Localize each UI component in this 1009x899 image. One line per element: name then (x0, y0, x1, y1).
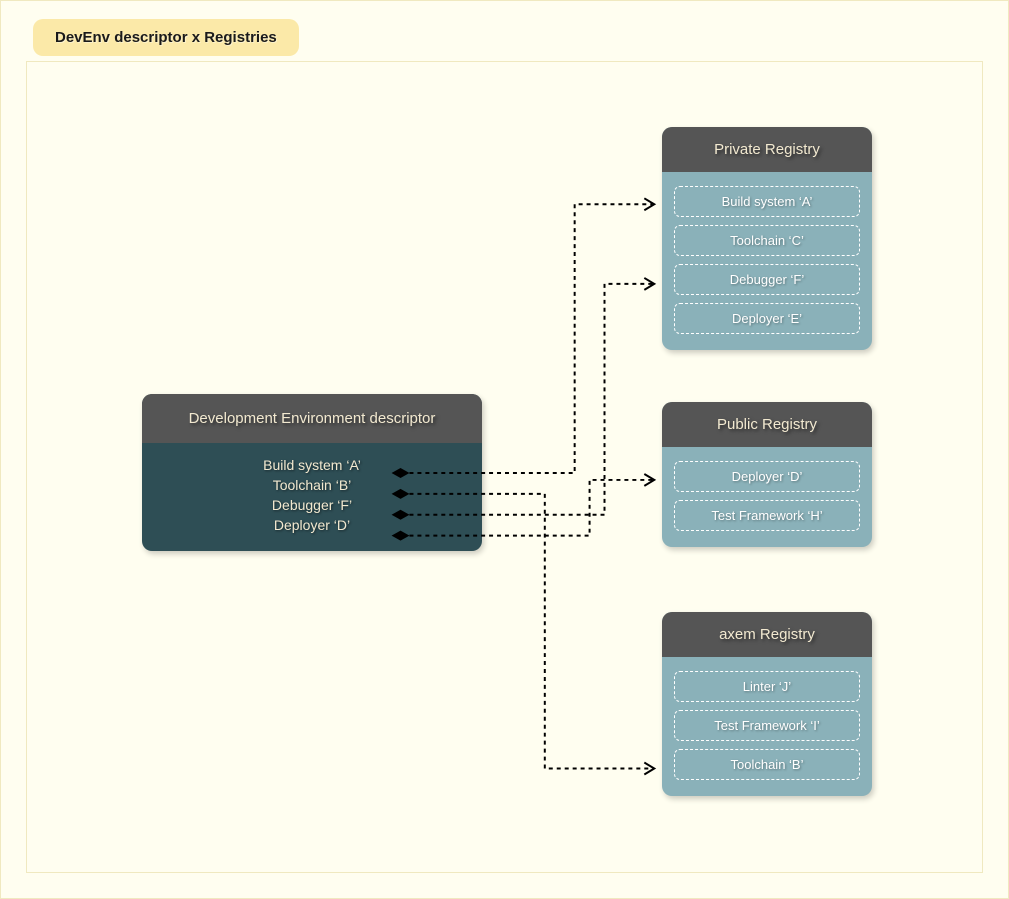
registry-item: Debugger ‘F’ (674, 264, 860, 295)
registry-item: Test Framework ‘H’ (674, 500, 860, 531)
registry-body: Build system ‘A’ Toolchain ‘C’ Debugger … (662, 172, 872, 350)
arrowhead-icon (644, 198, 654, 210)
registry-public: Public Registry Deployer ‘D’ Test Framew… (662, 402, 872, 547)
registry-item: Test Framework ‘I’ (674, 710, 860, 741)
registry-header: axem Registry (662, 612, 872, 657)
arrowhead-icon (644, 278, 654, 290)
descriptor-item: Deployer ‘D’ (162, 515, 462, 535)
arrowhead-icon (644, 763, 654, 775)
diagram-frame: Development Environment descriptor Build… (26, 61, 983, 873)
registry-item: Deployer ‘E’ (674, 303, 860, 334)
registry-header: Private Registry (662, 127, 872, 172)
diagram-title: DevEnv descriptor x Registries (55, 29, 277, 46)
diagram-outer: DevEnv descriptor x Registries Developme… (0, 0, 1009, 899)
registry-item: Build system ‘A’ (674, 186, 860, 217)
diagram-area: Development Environment descriptor Build… (27, 62, 982, 872)
descriptor-header: Development Environment descriptor (142, 394, 482, 443)
descriptor-item: Toolchain ‘B’ (162, 475, 462, 495)
registry-axem: axem Registry Linter ‘J’ Test Framework … (662, 612, 872, 796)
descriptor-body: Build system ‘A’ Toolchain ‘B’ Debugger … (142, 443, 482, 551)
registry-header: Public Registry (662, 402, 872, 447)
registry-item: Linter ‘J’ (674, 671, 860, 702)
diagram-title-tab: DevEnv descriptor x Registries (33, 19, 299, 56)
arrowhead-icon (644, 474, 654, 486)
descriptor-box: Development Environment descriptor Build… (142, 394, 482, 551)
registry-item: Deployer ‘D’ (674, 461, 860, 492)
registry-body: Linter ‘J’ Test Framework ‘I’ Toolchain … (662, 657, 872, 796)
registry-item: Toolchain ‘C’ (674, 225, 860, 256)
registry-body: Deployer ‘D’ Test Framework ‘H’ (662, 447, 872, 547)
descriptor-item: Debugger ‘F’ (162, 495, 462, 515)
registry-item: Toolchain ‘B’ (674, 749, 860, 780)
descriptor-item: Build system ‘A’ (162, 455, 462, 475)
registry-private: Private Registry Build system ‘A’ Toolch… (662, 127, 872, 350)
